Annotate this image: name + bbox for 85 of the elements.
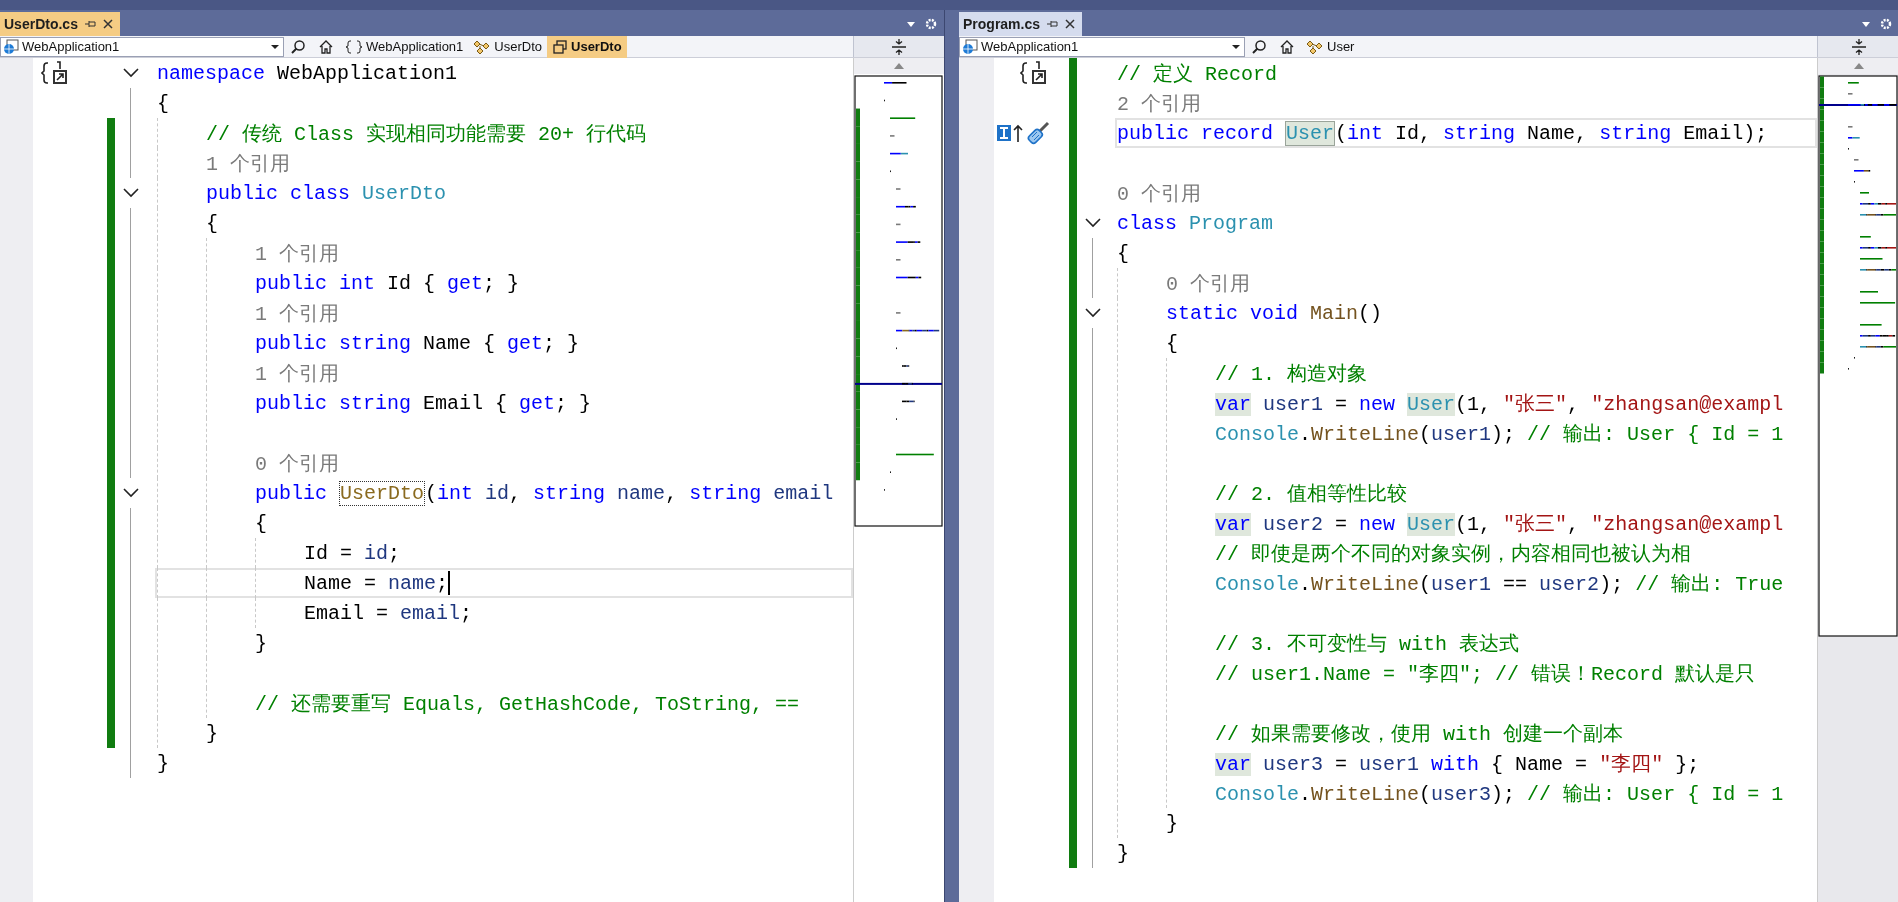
code-line: // 2. 值相等性比较 (1215, 481, 1407, 507)
code-line: public string Name { get; } (255, 331, 580, 355)
code-line: var user1 = new User(1, "张三", "zhangsan@exampl (1215, 391, 1784, 417)
project-dropdown[interactable]: WebApplication1 (959, 36, 1245, 57)
caret-icon (271, 43, 279, 50)
pin-icon[interactable] (83, 18, 96, 30)
code-line: Console.WriteLine(user3); // 输出: User { Id = 1 (1215, 781, 1784, 807)
file-tab[interactable]: Program.cs (959, 12, 1083, 36)
class-icon (1306, 38, 1324, 55)
fold-chevron-icon[interactable] (1084, 217, 1102, 229)
fold-chevron-icon[interactable] (122, 67, 140, 79)
code-line: // 3. 不可变性与 with 表达式 (1215, 631, 1520, 657)
fold-chevron-icon[interactable] (122, 187, 140, 199)
code-line: var user2 = new User(1, "张三", "zhangsan@exampl (1215, 511, 1784, 537)
reference-count-link[interactable]: 1 个引用 (206, 149, 290, 177)
code-line: // 即使是两个不同的对象实例，内容相同也被认为相 (1215, 541, 1691, 567)
code-line: var user3 = user1 with { Name = "李四" }; (1215, 751, 1700, 777)
split-icon[interactable] (891, 37, 907, 56)
code-line: } (1117, 841, 1129, 865)
scroll-up-icon[interactable] (893, 62, 905, 70)
code-line: Name = name; (304, 571, 449, 595)
i-beam-arrow-icon[interactable] (996, 122, 1024, 144)
breadcrumb-item[interactable]: UserDto (547, 35, 627, 58)
reference-count-link[interactable]: 0 个引用 (255, 449, 339, 477)
search-icon[interactable] (290, 38, 306, 55)
code-line: // 如果需要修改，使用 with 创建一个副本 (1215, 721, 1624, 747)
breadcrumb-item[interactable]: UserDto (468, 35, 547, 58)
text-caret (448, 571, 451, 595)
reference-count-link[interactable]: 1 个引用 (255, 299, 339, 327)
pin-icon[interactable] (1046, 18, 1059, 30)
code-line: public string Email { get; } (255, 391, 592, 415)
code-line: // 还需要重写 Equals, GetHashCode, ToString, == (255, 691, 800, 717)
reference-count-link[interactable]: 0 个引用 (1117, 179, 1201, 207)
settings-icon[interactable] (924, 17, 938, 31)
class-icon (473, 38, 492, 55)
project-icon (962, 38, 978, 55)
code-line: class Program (1117, 211, 1274, 235)
code-line: } (1166, 811, 1178, 835)
code-line: { (157, 91, 169, 115)
caret-icon (1232, 43, 1240, 50)
code-line: public class UserDto (206, 181, 447, 205)
breadcrumb-item[interactable]: User (1301, 35, 1360, 58)
reference-count-link[interactable]: 0 个引用 (1166, 269, 1250, 297)
code-line: } (157, 751, 169, 775)
split-icon[interactable] (1850, 37, 1867, 56)
code-line: // 传统 Class 实现相同功能需要 20+ 行代码 (206, 121, 647, 147)
reference-count-link[interactable]: 1 个引用 (255, 359, 339, 387)
code-line: Console.WriteLine(user1); // 输出: User { Id = 1 (1215, 421, 1784, 447)
code-line: Id = id; (304, 541, 401, 565)
code-line: static void Main() (1166, 301, 1383, 325)
code-line: public UserDto(int id, string name, string email (255, 481, 834, 505)
home-icon[interactable] (318, 38, 334, 55)
code-line: { (1166, 331, 1178, 355)
code-line: // user1.Name = "李四"; // 错误！Record 默认是只 (1215, 661, 1756, 687)
code-line: // 1. 构造对象 (1215, 361, 1367, 387)
code-line: } (255, 631, 267, 655)
code-line: } (206, 721, 218, 745)
fold-chevron-icon[interactable] (1084, 307, 1102, 319)
reference-count-link[interactable]: 1 个引用 (255, 239, 339, 267)
code-line: { (255, 511, 267, 535)
file-tab[interactable]: UserDto.cs (0, 12, 120, 36)
overlapping-squares-icon (552, 38, 568, 55)
code-line: { (206, 211, 218, 235)
dropdown-caret-icon[interactable] (906, 20, 916, 28)
code-line: Email = email; (304, 601, 473, 625)
code-line: public record User(int Id, string Name, string Email); (1117, 121, 1768, 145)
code-line: namespace WebApplication1 (157, 61, 458, 85)
breadcrumb-item[interactable]: WebApplication1 (340, 35, 469, 58)
close-icon[interactable] (1064, 18, 1077, 30)
code-line: // 定义 Record (1117, 61, 1278, 87)
code-line: { (1117, 241, 1129, 265)
search-icon[interactable] (1251, 38, 1267, 55)
project-dropdown[interactable]: WebApplication1 (0, 36, 284, 57)
screwdriver-icon[interactable] (1026, 120, 1050, 146)
home-icon[interactable] (1279, 38, 1295, 55)
code-line: public int Id { get; } (255, 271, 520, 295)
project-icon (3, 38, 19, 55)
braces-icon (345, 39, 363, 54)
settings-icon[interactable] (1879, 17, 1893, 31)
reference-count-link[interactable]: 2 个引用 (1117, 89, 1201, 117)
close-icon[interactable] (101, 18, 114, 30)
scroll-up-icon[interactable] (1852, 62, 1865, 70)
dropdown-caret-icon[interactable] (1861, 20, 1871, 28)
fold-chevron-icon[interactable] (122, 487, 140, 499)
code-line: Console.WriteLine(user1 == user2); // 输出: True (1215, 571, 1784, 597)
